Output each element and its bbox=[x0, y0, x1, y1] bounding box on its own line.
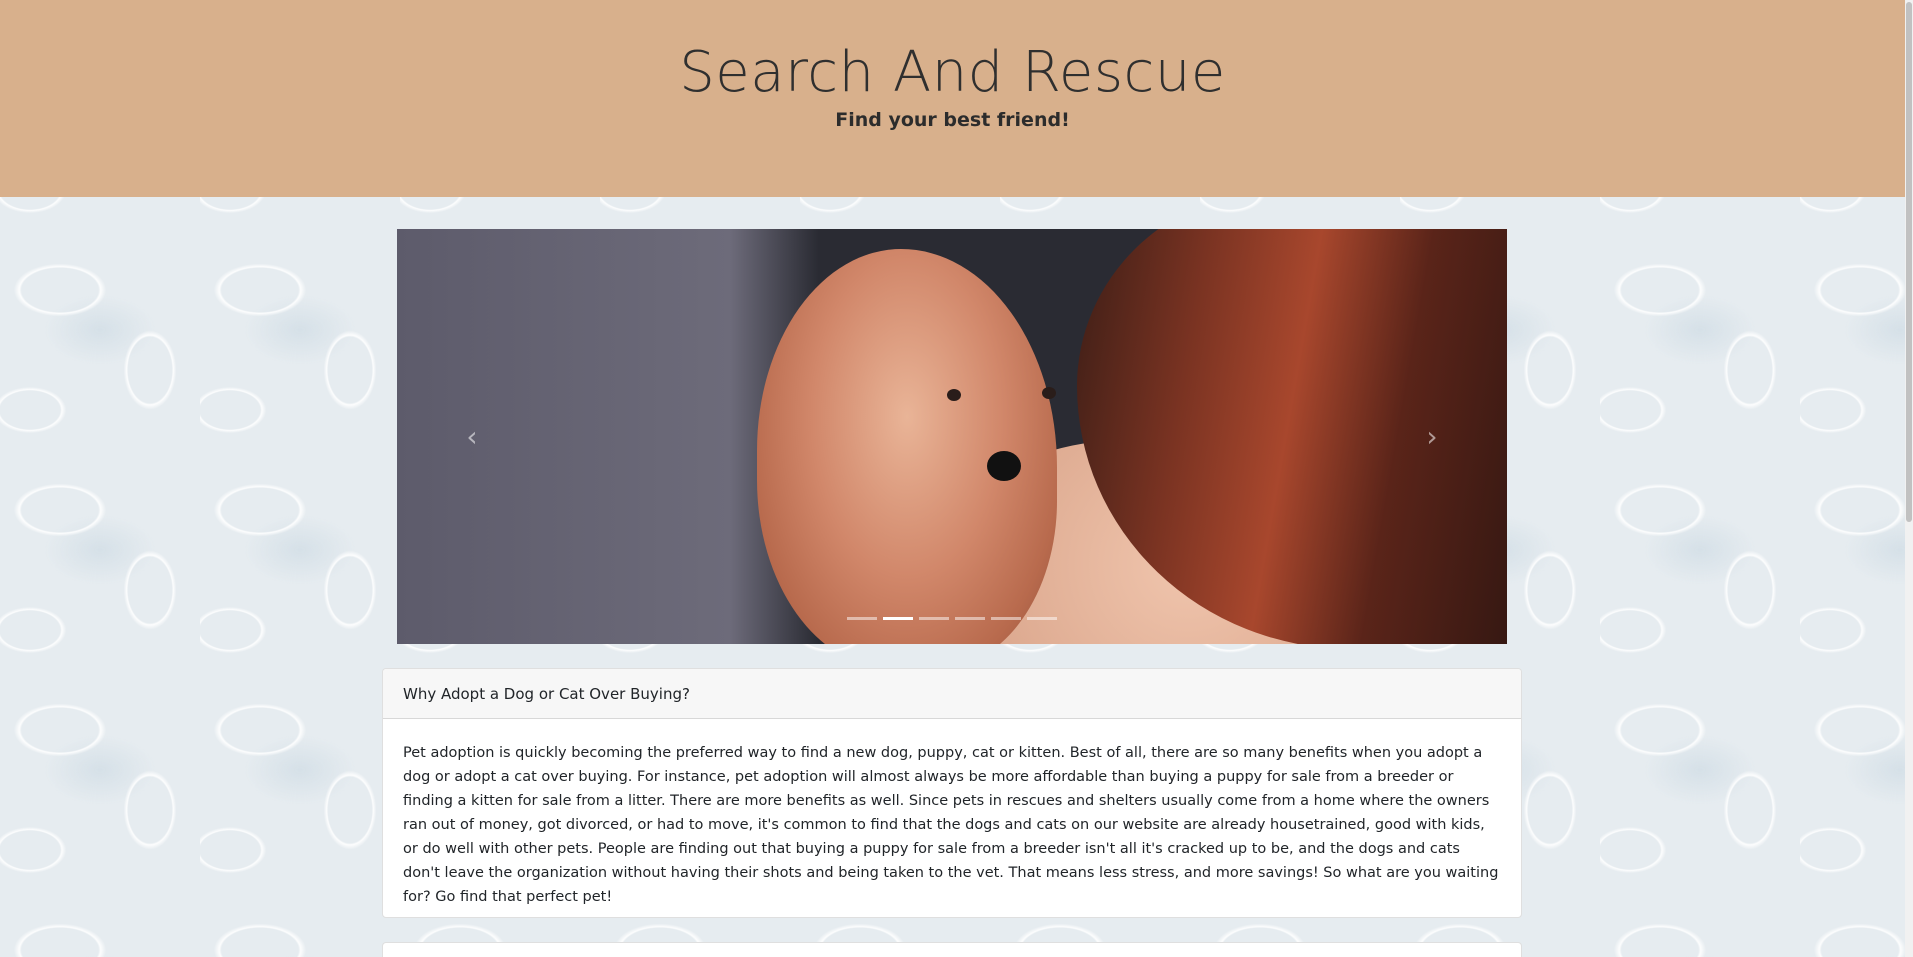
card-body: Pet adoption is quickly becoming the pre… bbox=[383, 719, 1521, 931]
card-header: Why Adopt a Dog or Cat Over Buying? bbox=[383, 669, 1521, 719]
scrollbar[interactable] bbox=[1905, 0, 1913, 957]
scrollbar-thumb[interactable] bbox=[1906, 2, 1912, 522]
page-title: Search And Rescue bbox=[679, 40, 1226, 105]
carousel-indicators bbox=[397, 617, 1507, 620]
photo-dog bbox=[757, 249, 1057, 644]
carousel-prev-button[interactable]: ‹ bbox=[397, 229, 547, 644]
page-header: Search And Rescue Find your best friend! bbox=[0, 0, 1905, 197]
carousel-indicator[interactable] bbox=[955, 617, 985, 620]
next-card bbox=[382, 942, 1522, 957]
carousel-indicator-active[interactable] bbox=[883, 617, 913, 620]
card-text: Pet adoption is quickly becoming the pre… bbox=[403, 745, 1499, 905]
chevron-left-icon: ‹ bbox=[466, 420, 478, 453]
photo-dog-eye bbox=[1042, 387, 1056, 399]
photo-dog-eye bbox=[947, 389, 961, 401]
carousel-indicator[interactable] bbox=[919, 617, 949, 620]
page-subtitle: Find your best friend! bbox=[835, 109, 1070, 131]
carousel-indicator[interactable] bbox=[847, 617, 877, 620]
carousel-next-button[interactable]: › bbox=[1357, 229, 1507, 644]
photo-dog-nose bbox=[987, 451, 1021, 481]
info-card: Why Adopt a Dog or Cat Over Buying? Pet … bbox=[382, 668, 1522, 918]
carousel-slide-image bbox=[397, 229, 1507, 644]
chevron-right-icon: › bbox=[1426, 420, 1438, 453]
carousel-indicator[interactable] bbox=[1027, 617, 1057, 620]
image-carousel[interactable]: ‹ › bbox=[397, 229, 1507, 644]
carousel-indicator[interactable] bbox=[991, 617, 1021, 620]
